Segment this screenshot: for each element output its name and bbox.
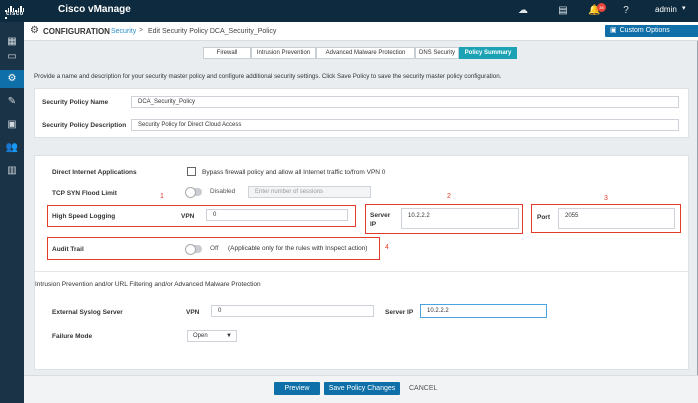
tcp-syn-flood-toggle-text: Disabled — [210, 188, 236, 195]
audit-trail-toggle[interactable] — [185, 244, 202, 255]
breadcrumb-separator: > — [139, 27, 144, 34]
tab-advanced-malware-protection[interactable]: Advanced Malware Protection — [316, 47, 415, 59]
page-title: CONFIGURATION — [43, 27, 110, 36]
port-input[interactable]: 2055 — [558, 208, 675, 229]
hsl-vpn-label: VPN — [181, 213, 195, 220]
tcp-syn-flood-label: TCP SYN Flood Limit — [52, 190, 117, 197]
syslog-server-ip-input[interactable]: 10.2.2.2 — [420, 304, 547, 318]
page-description: Provide a name and description for your … — [34, 73, 502, 80]
annotation-number-4: 4 — [385, 244, 389, 251]
failure-mode-value: Open — [193, 333, 208, 339]
ips-section-title: Intrusion Prevention and/or URL Filterin… — [35, 281, 261, 288]
external-syslog-label: External Syslog Server — [52, 309, 123, 316]
policy-name-input[interactable]: DCA_Security_Policy — [131, 96, 679, 108]
tab-intrusion-prevention[interactable]: Intrusion Prevention — [251, 47, 316, 59]
help-icon[interactable]: ? — [620, 5, 632, 17]
failure-mode-select[interactable]: Open ▼ — [187, 330, 237, 342]
audit-trail-toggle-text: Off — [210, 245, 219, 252]
logo-text: cisco — [6, 11, 24, 17]
tab-firewall[interactable]: Firewall — [203, 47, 251, 59]
tab-policy-summary[interactable]: Policy Summary — [459, 47, 517, 59]
policy-description-input[interactable]: Security Policy for Direct Cloud Access — [131, 119, 679, 131]
annotation-number-3: 3 — [604, 195, 608, 202]
tools-wrench-icon[interactable]: ✎ — [0, 93, 24, 111]
analytics-icon[interactable]: ▥ — [0, 162, 24, 180]
notification-badge: 38 — [597, 3, 606, 12]
policy-name-label: Security Policy Name — [42, 99, 109, 106]
maintenance-icon[interactable]: ▣ — [0, 116, 24, 134]
direct-internet-apps-label: Direct Internet Applications — [52, 169, 137, 176]
port-label: Port — [537, 214, 550, 221]
server-ip-label: Server IP — [370, 212, 391, 228]
policy-details-panel: Security Policy Name DCA_Security_Policy… — [34, 88, 689, 138]
bypass-firewall-checkbox[interactable] — [187, 167, 196, 176]
divider — [35, 271, 688, 272]
monitor-icon[interactable]: ▭ — [0, 48, 24, 66]
user-menu[interactable]: admin — [655, 5, 677, 14]
tab-dns-security[interactable]: DNS Security — [415, 47, 459, 59]
save-policy-button[interactable]: Save Policy Changes — [324, 382, 400, 395]
breadcrumb-current: Edit Security Policy DCA_Security_Policy — [148, 28, 277, 35]
audit-trail-label: Audit Trail — [52, 246, 84, 253]
top-bar: cisco Cisco vManage ☁ ▤ 🔔 38 ? admin ▾ — [0, 0, 698, 22]
bypass-firewall-text: Bypass firewall policy and allow all Int… — [202, 169, 386, 176]
tcp-syn-flood-toggle[interactable] — [185, 187, 202, 198]
admin-users-icon[interactable]: 👥 — [0, 139, 24, 157]
audit-trail-note: (Applicable only for the rules with Insp… — [228, 245, 368, 252]
syslog-vpn-input[interactable]: 0 — [211, 305, 374, 317]
breadcrumb-security-link[interactable]: Security — [111, 28, 136, 35]
annotation-number-2: 2 — [447, 193, 451, 200]
cloud-icon[interactable]: ☁ — [517, 5, 529, 17]
options-icon: ▣ — [610, 27, 617, 34]
syslog-server-ip-label: Server IP — [385, 309, 414, 316]
syslog-vpn-label: VPN — [186, 309, 200, 316]
custom-options-button[interactable]: ▣Custom Options▾ — [605, 25, 698, 37]
cisco-logo[interactable]: cisco — [5, 3, 57, 19]
cancel-button[interactable]: CANCEL — [409, 382, 437, 395]
annotation-number-1: 1 — [160, 193, 164, 200]
additional-settings-panel: Direct Internet Applications Bypass fire… — [34, 155, 689, 370]
configuration-gear-icon[interactable]: ⚙ — [0, 70, 24, 88]
footer-actions: Preview Save Policy Changes CANCEL — [24, 375, 698, 403]
preview-button[interactable]: Preview — [274, 382, 320, 395]
chevron-down-icon[interactable]: ▾ — [682, 4, 686, 12]
tcp-sessions-input[interactable]: Enter number of sessions — [248, 186, 371, 198]
app-title: Cisco vManage — [58, 4, 131, 15]
sidebar: ▦ ▭ ⚙ ✎ ▣ 👥 ▥ — [0, 22, 24, 403]
page-header: ⚙ CONFIGURATION Security > Edit Security… — [24, 22, 698, 41]
gear-icon: ⚙ — [30, 25, 39, 36]
tasks-icon[interactable]: ▤ — [557, 5, 569, 17]
failure-mode-label: Failure Mode — [52, 333, 93, 340]
chevron-down-icon: ▼ — [226, 333, 232, 339]
server-ip-input[interactable]: 10.2.2.2 — [401, 208, 519, 229]
custom-options-label: Custom Options — [619, 27, 670, 34]
policy-description-label: Security Policy Description — [42, 122, 127, 129]
hsl-vpn-input[interactable]: 0 — [206, 209, 348, 221]
high-speed-logging-label: High Speed Logging — [52, 213, 116, 220]
